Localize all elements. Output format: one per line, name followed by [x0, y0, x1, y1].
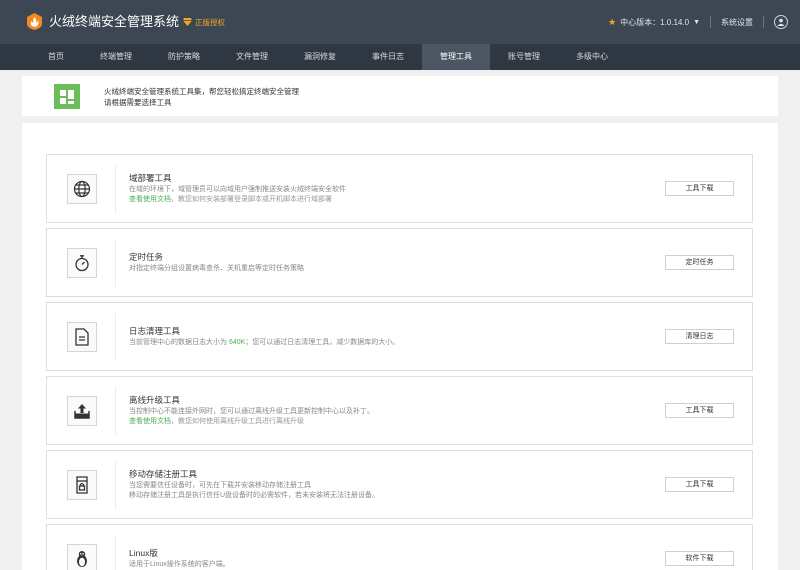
- tool-description: 适用于Linux操作系统的客户端。: [129, 561, 230, 568]
- card-body: Linux版 适用于Linux操作系统的客户端。: [129, 525, 230, 570]
- tool-description: 在域的环境下，域管理员可以向域用户强制推送安装火绒终端安全软件: [129, 186, 346, 193]
- card-divider: [115, 461, 116, 509]
- download-tool-button[interactable]: 工具下载: [665, 477, 734, 492]
- clean-log-button[interactable]: 清理日志: [665, 329, 734, 344]
- doc-link-suffix: ，教您如何使用离线升级工具进行离线升级: [171, 418, 304, 425]
- intro-line-2: 请根据需要选择工具: [104, 98, 172, 107]
- tool-card-log-cleanup: 日志清理工具 当前管理中心的数据日志大小为 640K；您可以通过日志清理工具，减…: [46, 302, 753, 371]
- tool-title: 日志清理工具: [129, 326, 181, 336]
- version-dropdown[interactable]: ★ 中心版本：1.0.14.0 ▼: [608, 17, 700, 28]
- top-header: 火绒终端安全管理系统 正版授权 ★ 中心版本：1.0.14.0 ▼ 系统设置: [0, 0, 800, 44]
- intro-line-1: 火绒终端安全管理系统工具集，帮您轻松搞定终端安全管理: [104, 87, 299, 96]
- card-body: 定时任务 对指定终端分组设置病毒查杀、关机重启等定时任务策略: [129, 229, 304, 296]
- header-right: ★ 中心版本：1.0.14.0 ▼ 系统设置: [608, 11, 788, 33]
- tool-description-2: 移动存储注册工具是执行信任U盘设备时的必需软件，若未安装将无法注册设备。: [129, 492, 380, 499]
- linux-penguin-icon: [67, 544, 97, 570]
- doc-link-suffix: ，教您如何安装部署登录脚本或开机脚本进行域部署: [171, 196, 332, 203]
- diamond-icon: [183, 18, 192, 26]
- card-body: 日志清理工具 当前管理中心的数据日志大小为 640K；您可以通过日志清理工具，减…: [129, 303, 399, 370]
- header-divider: [710, 16, 711, 28]
- document-icon: [67, 322, 97, 352]
- timer-icon: [67, 248, 97, 278]
- tool-card-scheduled-task: 定时任务 对指定终端分组设置病毒查杀、关机重启等定时任务策略 定时任务: [46, 228, 753, 297]
- toolbox-icon: [54, 84, 80, 109]
- nav-protection-policy[interactable]: 防护策略: [150, 44, 218, 70]
- main-nav: 首页 终端管理 防护策略 文件管理 漏洞修复 事件日志 管理工具 账号管理 多级…: [0, 44, 800, 70]
- card-body: 离线升级工具 当控制中心不能连接外网时，您可以通过离线升级工具更新控制中心以及补…: [129, 377, 374, 444]
- download-tool-button[interactable]: 工具下载: [665, 403, 734, 418]
- nav-terminal-management[interactable]: 终端管理: [82, 44, 150, 70]
- nav-account-management[interactable]: 账号管理: [490, 44, 558, 70]
- app-title: 火绒终端安全管理系统: [49, 14, 180, 29]
- tool-card-domain-deploy: 域部署工具 在域的环境下，域管理员可以向域用户强制推送安装火绒终端安全软件 查看…: [46, 154, 753, 223]
- caret-down-icon: ▼: [693, 18, 700, 26]
- version-label: 中心版本：1.0.14.0: [620, 17, 690, 27]
- nav-home[interactable]: 首页: [30, 44, 82, 70]
- tool-doc-line: 查看使用文档，教您如何安装部署登录脚本或开机脚本进行域部署: [129, 195, 346, 205]
- tool-description: 对指定终端分组设置病毒查杀、关机重启等定时任务策略: [129, 265, 304, 272]
- card-divider: [115, 239, 116, 287]
- log-size-suffix: ；您可以通过日志清理工具，减少数据库的大小。: [245, 339, 400, 346]
- tool-description: 当您需要信任设备时，可先在下载并安装移动存储注册工具: [129, 482, 311, 489]
- card-body: 移动存储注册工具 当您需要信任设备时，可先在下载并安装移动存储注册工具 移动存储…: [129, 451, 379, 518]
- usb-lock-icon: [67, 470, 97, 500]
- view-docs-link[interactable]: 查看使用文档: [129, 196, 171, 203]
- download-tool-button[interactable]: 工具下载: [665, 181, 734, 196]
- user-avatar-icon[interactable]: [774, 15, 788, 29]
- nav-vulnerability-fix[interactable]: 漏洞修复: [286, 44, 354, 70]
- tool-card-usb-registration: 移动存储注册工具 当您需要信任设备时，可先在下载并安装移动存储注册工具 移动存储…: [46, 450, 753, 519]
- tool-description: 当前管理中心的数据日志大小为 640K；您可以通过日志清理工具，减少数据库的大小…: [129, 338, 399, 348]
- download-software-button[interactable]: 软件下载: [665, 551, 734, 566]
- tool-title: Linux版: [129, 548, 158, 558]
- scheduled-task-button[interactable]: 定时任务: [665, 255, 734, 270]
- tool-card-linux: Linux版 适用于Linux操作系统的客户端。 软件下载: [46, 524, 753, 570]
- card-body: 域部署工具 在域的环境下，域管理员可以向域用户强制推送安装火绒终端安全软件 查看…: [129, 155, 346, 222]
- globe-icon: [67, 174, 97, 204]
- intro-text: 火绒终端安全管理系统工具集，帮您轻松搞定终端安全管理 请根据需要选择工具: [104, 86, 299, 108]
- license-label: 正版授权: [195, 17, 225, 27]
- nav-multi-level-center[interactable]: 多级中心: [558, 44, 626, 70]
- license-badge[interactable]: 正版授权: [183, 15, 225, 29]
- intro-banner: 火绒终端安全管理系统工具集，帮您轻松搞定终端安全管理 请根据需要选择工具: [22, 76, 778, 116]
- log-size-prefix: 当前管理中心的数据日志大小为: [129, 339, 227, 346]
- nav-file-management[interactable]: 文件管理: [218, 44, 286, 70]
- view-docs-link[interactable]: 查看使用文档: [129, 418, 171, 425]
- tool-title: 离线升级工具: [129, 395, 181, 405]
- tool-description: 当控制中心不能连接外网时，您可以通过离线升级工具更新控制中心以及补丁。: [129, 408, 374, 415]
- header-divider: [763, 16, 764, 28]
- tool-title: 移动存储注册工具: [129, 469, 198, 479]
- huorong-logo-icon: [27, 13, 42, 30]
- tool-title: 域部署工具: [129, 173, 172, 183]
- system-settings-link[interactable]: 系统设置: [721, 17, 753, 28]
- log-size-value: 640K: [228, 339, 246, 346]
- nav-management-tools[interactable]: 管理工具: [422, 44, 490, 70]
- tool-title: 定时任务: [129, 252, 164, 262]
- home-icon: ★: [608, 16, 617, 27]
- tool-doc-line: 查看使用文档，教您如何使用离线升级工具进行离线升级: [129, 417, 374, 427]
- tools-panel: 域部署工具 在域的环境下，域管理员可以向域用户强制推送安装火绒终端安全软件 查看…: [22, 123, 778, 570]
- card-divider: [115, 387, 116, 435]
- nav-event-log[interactable]: 事件日志: [354, 44, 422, 70]
- card-divider: [115, 535, 116, 570]
- card-divider: [115, 165, 116, 213]
- tool-card-offline-upgrade: 离线升级工具 当控制中心不能连接外网时，您可以通过离线升级工具更新控制中心以及补…: [46, 376, 753, 445]
- upload-tray-icon: [67, 396, 97, 426]
- card-divider: [115, 313, 116, 361]
